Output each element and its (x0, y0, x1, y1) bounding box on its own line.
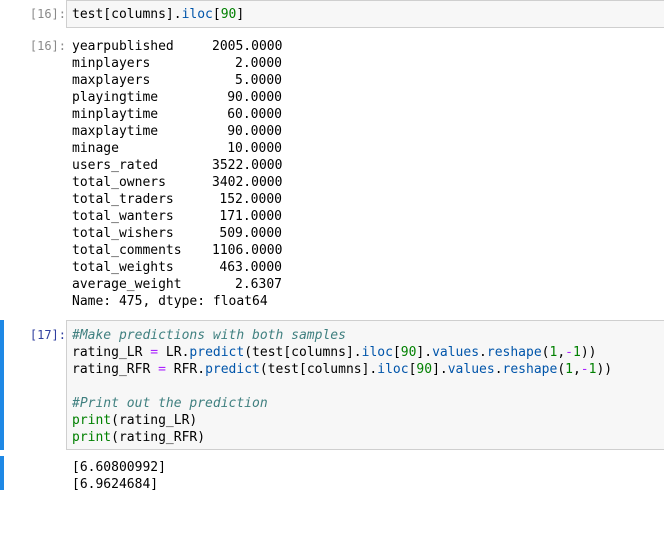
series-value: 1106.0000 (212, 243, 283, 258)
code-line: rating_RFR = RFR.predict(test[columns].i… (72, 362, 613, 377)
series-key: total_traders (72, 192, 174, 207)
series-row: minplayers 2.0000 (72, 55, 282, 72)
series-value: 152.0000 (219, 192, 282, 207)
series-row: playingtime 90.0000 (72, 89, 282, 106)
series-value: 60.0000 (227, 107, 282, 122)
series-key: total_comments (72, 243, 182, 258)
comment-line: #Print out the prediction (72, 396, 268, 411)
series-key: minplayers (72, 56, 151, 71)
series-value: 509.0000 (219, 226, 282, 241)
comment-line: #Make predictions with both samples (72, 328, 346, 343)
series-key: total_weights (72, 260, 174, 275)
series-row: maxplaytime 90.0000 (72, 123, 282, 140)
series-key: users_rated (72, 158, 159, 173)
input-prompt-16: [16]: (29, 7, 66, 21)
code-line: rating_LR = LR.predict(test[columns].ilo… (72, 345, 597, 360)
code-line: print(rating_LR) (72, 413, 198, 428)
stdout-line: [6.60800992] (72, 460, 166, 475)
series-value: 171.0000 (219, 209, 282, 224)
series-value: 2.0000 (235, 56, 282, 71)
code-line: print(rating_RFR) (72, 430, 206, 445)
series-key: total_owners (72, 175, 166, 190)
code-line: test[columns].iloc[90] (72, 7, 245, 22)
series-value: 5.0000 (235, 73, 282, 88)
series-key: total_wishers (72, 226, 174, 241)
series-row: minplaytime 60.0000 (72, 106, 282, 123)
series-value: 463.0000 (219, 260, 282, 275)
series-output: yearpublished 2005.0000 minplayers 2.0000 ma… (72, 38, 282, 293)
output-prompt-16: [16]: (29, 39, 66, 53)
input-prompt-17: [17]: (29, 328, 66, 342)
series-row: total_comments 1106.0000 (72, 242, 282, 259)
series-key: yearpublished (72, 39, 174, 54)
series-value: 10.0000 (227, 141, 282, 156)
series-row: total_wanters 171.0000 (72, 208, 282, 225)
series-key: average_weight (72, 277, 182, 292)
series-row: total_wishers 509.0000 (72, 225, 282, 242)
series-value: 90.0000 (227, 90, 282, 105)
series-key: total_wanters (72, 209, 174, 224)
series-key: minage (72, 141, 119, 156)
series-row: total_owners 3402.0000 (72, 174, 282, 191)
cell-16[interactable]: [16]: test[columns].iloc[90] [16]: yearp… (0, 0, 664, 320)
series-value: 2.6307 (235, 277, 282, 292)
stdout-line: [6.9624684] (72, 477, 159, 492)
series-row: users_rated 3522.0000 (72, 157, 282, 174)
series-row: average_weight 2.6307 (72, 276, 282, 293)
cell-17[interactable]: [17]: #Make predictions with both sample… (0, 320, 664, 500)
series-row: yearpublished 2005.0000 (72, 38, 282, 55)
series-row: total_weights 463.0000 (72, 259, 282, 276)
series-row: maxplayers 5.0000 (72, 72, 282, 89)
series-value: 90.0000 (227, 124, 282, 139)
series-value: 3402.0000 (212, 175, 283, 190)
series-row: total_traders 152.0000 (72, 191, 282, 208)
series-value: 2005.0000 (212, 39, 283, 54)
series-key: minplaytime (72, 107, 159, 122)
series-footer: Name: 475, dtype: float64 (72, 294, 268, 309)
series-key: playingtime (72, 90, 159, 105)
series-key: maxplayers (72, 73, 151, 88)
series-value: 3522.0000 (212, 158, 283, 173)
series-key: maxplaytime (72, 124, 159, 139)
series-row: minage 10.0000 (72, 140, 282, 157)
